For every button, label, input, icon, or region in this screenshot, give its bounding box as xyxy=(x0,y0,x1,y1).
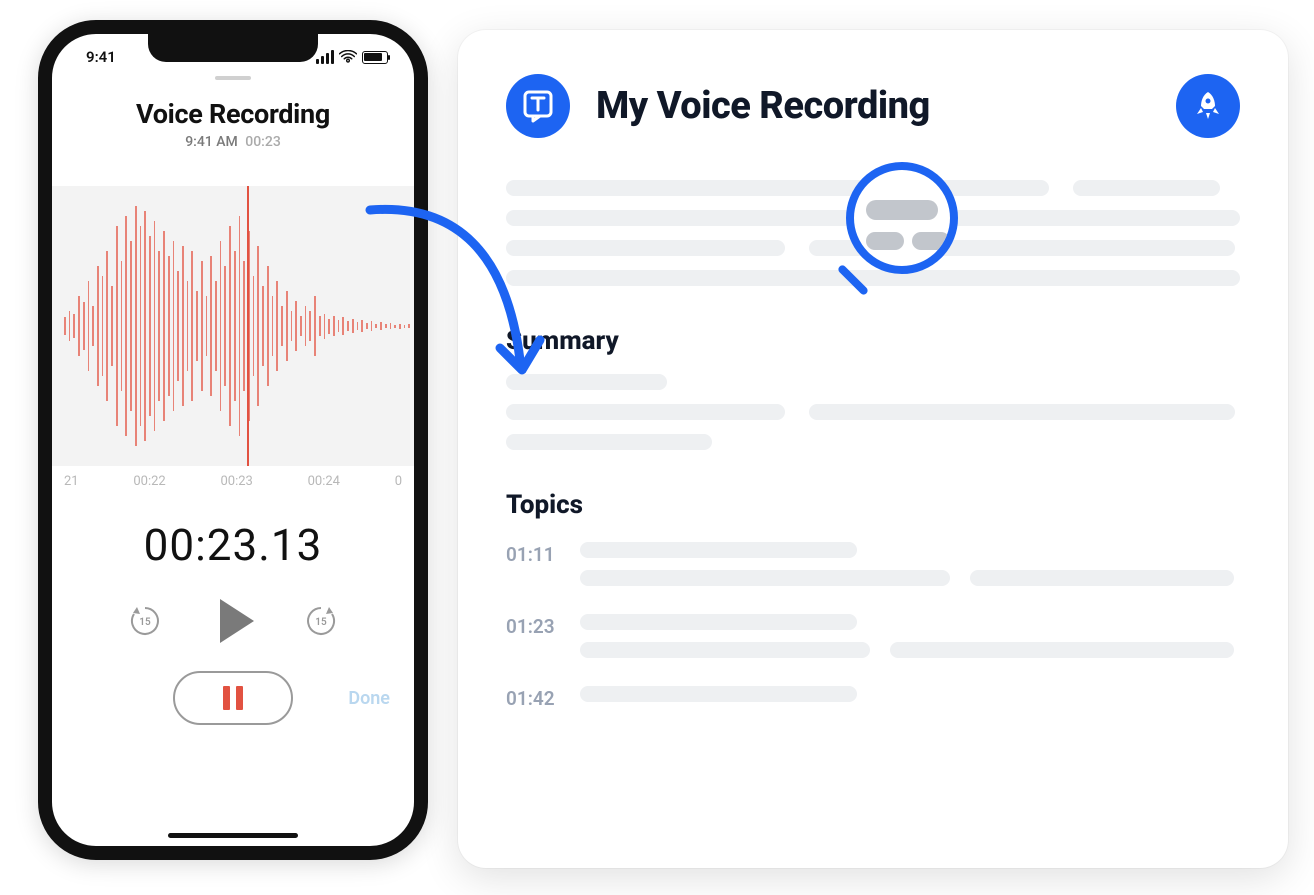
skeleton-line xyxy=(580,642,870,658)
skeleton-line xyxy=(1073,180,1220,196)
recorder-header: Voice Recording 9:41 AM 00:23 xyxy=(52,98,414,150)
playhead[interactable] xyxy=(247,186,249,466)
rocket-button[interactable] xyxy=(1176,74,1240,138)
recording-subtitle: 9:41 AM 00:23 xyxy=(52,134,414,150)
topics-heading: Topics xyxy=(506,490,1240,520)
done-button[interactable]: Done xyxy=(348,688,390,709)
svg-text:15: 15 xyxy=(315,617,327,628)
tick: 00:23 xyxy=(220,474,252,489)
app-logo-icon xyxy=(506,74,570,138)
skip-forward-15-icon[interactable]: 15 xyxy=(304,604,338,638)
status-time: 9:41 xyxy=(86,48,116,66)
topic-row[interactable]: 01:23 xyxy=(506,614,1240,658)
summary-body xyxy=(506,374,1240,450)
topic-timestamp: 01:11 xyxy=(506,542,560,586)
tick: 00:24 xyxy=(308,474,340,489)
skip-back-15-icon[interactable]: 15 xyxy=(128,604,162,638)
topic-timestamp: 01:23 xyxy=(506,614,560,658)
skeleton-line xyxy=(580,614,857,630)
transcript-preview xyxy=(506,180,1240,286)
bottom-controls: Done xyxy=(52,671,414,725)
elapsed-timer: 00:23.13 xyxy=(52,519,414,571)
skeleton-line xyxy=(580,570,950,586)
skeleton-line xyxy=(506,404,785,420)
tick: 0 xyxy=(395,474,402,489)
magnifier-icon xyxy=(846,162,976,292)
phone-mockup: 9:41 Voice Recording 9:41 AM 00:23 21 00… xyxy=(38,20,428,860)
recording-title: Voice Recording xyxy=(52,98,414,130)
skeleton-line xyxy=(809,404,1235,420)
skeleton-line xyxy=(506,434,712,450)
phone-notch xyxy=(148,34,318,62)
recording-start-time: 9:41 AM xyxy=(185,134,238,150)
skeleton-line xyxy=(970,570,1234,586)
skeleton-line xyxy=(580,542,857,558)
skeleton-line xyxy=(890,642,1233,658)
topic-timestamp: 01:42 xyxy=(506,686,560,710)
card-header: My Voice Recording xyxy=(506,74,1240,138)
play-button[interactable] xyxy=(220,599,254,643)
sheet-grabber[interactable] xyxy=(215,76,251,80)
summary-heading: Summary xyxy=(506,326,1240,356)
svg-text:15: 15 xyxy=(139,617,151,628)
pause-button[interactable] xyxy=(173,671,293,725)
arrow-icon xyxy=(350,190,560,400)
status-icons xyxy=(316,50,388,64)
topic-row[interactable]: 01:42 xyxy=(506,686,1240,710)
recording-duration: 00:23 xyxy=(245,134,281,150)
tick: 21 xyxy=(64,474,79,489)
battery-icon xyxy=(362,51,388,64)
topics-list: 01:11 01:23 01:42 xyxy=(506,542,1240,710)
time-axis: 21 00:22 00:23 00:24 0 xyxy=(52,466,414,489)
wifi-icon xyxy=(339,50,357,64)
tick: 00:22 xyxy=(133,474,165,489)
topic-row[interactable]: 01:11 xyxy=(506,542,1240,586)
signal-icon xyxy=(316,50,334,64)
result-card: My Voice Recording Summary xyxy=(458,30,1288,868)
home-indicator[interactable] xyxy=(168,833,298,838)
rocket-icon xyxy=(1191,89,1225,123)
transport-controls: 15 15 xyxy=(52,599,414,643)
skeleton-line xyxy=(580,686,857,702)
card-title: My Voice Recording xyxy=(596,84,930,128)
